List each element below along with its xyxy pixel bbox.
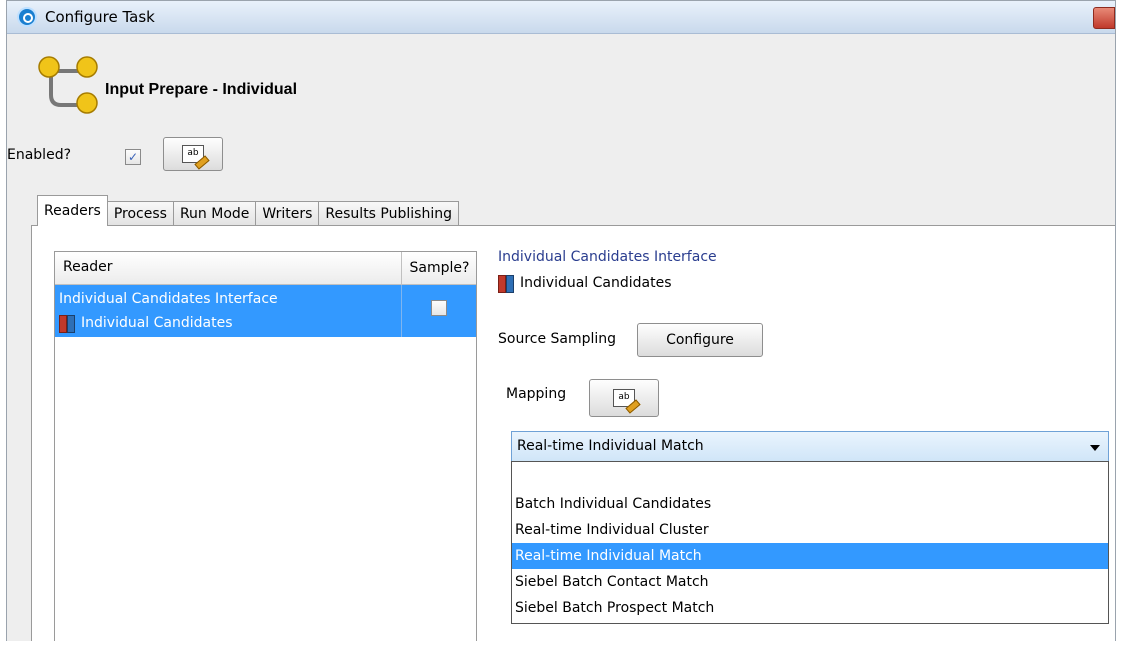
task-flow-icon [38, 56, 98, 114]
column-header-sample[interactable]: Sample? [401, 252, 477, 284]
configure-button[interactable]: Configure [637, 323, 763, 357]
tab-bar: Readers Process Run Mode Writers Results… [37, 194, 459, 226]
tab-readers[interactable]: Readers [37, 195, 108, 226]
source-sampling-label: Source Sampling [498, 331, 617, 347]
dropdown-option[interactable]: Siebel Batch Prospect Match [512, 595, 1108, 621]
mapping-dropdown[interactable]: Real-time Individual Match [511, 431, 1109, 463]
mapping-edit-button[interactable]: ab [589, 379, 659, 417]
enabled-label: Enabled? [7, 147, 72, 163]
edit-icon: ab [613, 389, 635, 407]
tab-results-publishing[interactable]: Results Publishing [318, 201, 459, 226]
mapping-dropdown-list: Batch Individual Candidates Real-time In… [511, 461, 1109, 624]
tab-writers[interactable]: Writers [255, 201, 320, 226]
dropdown-option[interactable]: Siebel Batch Contact Match [512, 569, 1108, 595]
reader-detail: Individual Candidates [498, 274, 672, 293]
configure-task-window: Configure Task Input Prepare - Individua… [6, 0, 1116, 643]
edit-name-button[interactable]: ab [163, 137, 223, 171]
task-name: Input Prepare - Individual [105, 81, 298, 98]
reader-table: Reader Sample? Individual Candidates Int… [54, 251, 477, 642]
sample-checkbox[interactable] [431, 300, 447, 316]
interface-link[interactable]: Individual Candidates Interface [498, 249, 717, 265]
reader-interface-name: Individual Candidates Interface [59, 291, 278, 307]
readers-panel: Reader Sample? Individual Candidates Int… [31, 225, 1115, 642]
tab-process[interactable]: Process [106, 201, 174, 226]
reader-store: Individual Candidates [59, 314, 233, 333]
tab-run-mode[interactable]: Run Mode [172, 201, 257, 226]
table-row[interactable]: Individual Candidates Interface Individu… [55, 285, 476, 337]
mapping-label: Mapping [506, 386, 567, 402]
column-header-reader[interactable]: Reader [63, 259, 113, 275]
data-store-icon [59, 314, 75, 333]
window-title: Configure Task [45, 8, 155, 26]
column-divider [401, 285, 402, 337]
data-store-icon [498, 274, 514, 293]
mapping-dropdown-value: Real-time Individual Match [517, 438, 704, 454]
dropdown-option-empty[interactable] [512, 462, 1108, 488]
table-header: Reader Sample? [55, 252, 476, 285]
reader-detail-name: Individual Candidates [520, 275, 672, 291]
dropdown-option[interactable]: Batch Individual Candidates [512, 491, 1108, 517]
edit-icon: ab [182, 145, 204, 163]
enabled-checkbox[interactable]: ✓ [125, 149, 141, 165]
close-button[interactable] [1093, 7, 1115, 29]
chevron-down-icon[interactable] [1090, 445, 1100, 451]
reader-store-name: Individual Candidates [81, 315, 233, 331]
title-bar: Configure Task [7, 1, 1115, 34]
app-icon [17, 7, 37, 27]
page-edge [0, 641, 1122, 653]
dropdown-option[interactable]: Real-time Individual Cluster [512, 517, 1108, 543]
dropdown-option-selected[interactable]: Real-time Individual Match [512, 543, 1108, 569]
